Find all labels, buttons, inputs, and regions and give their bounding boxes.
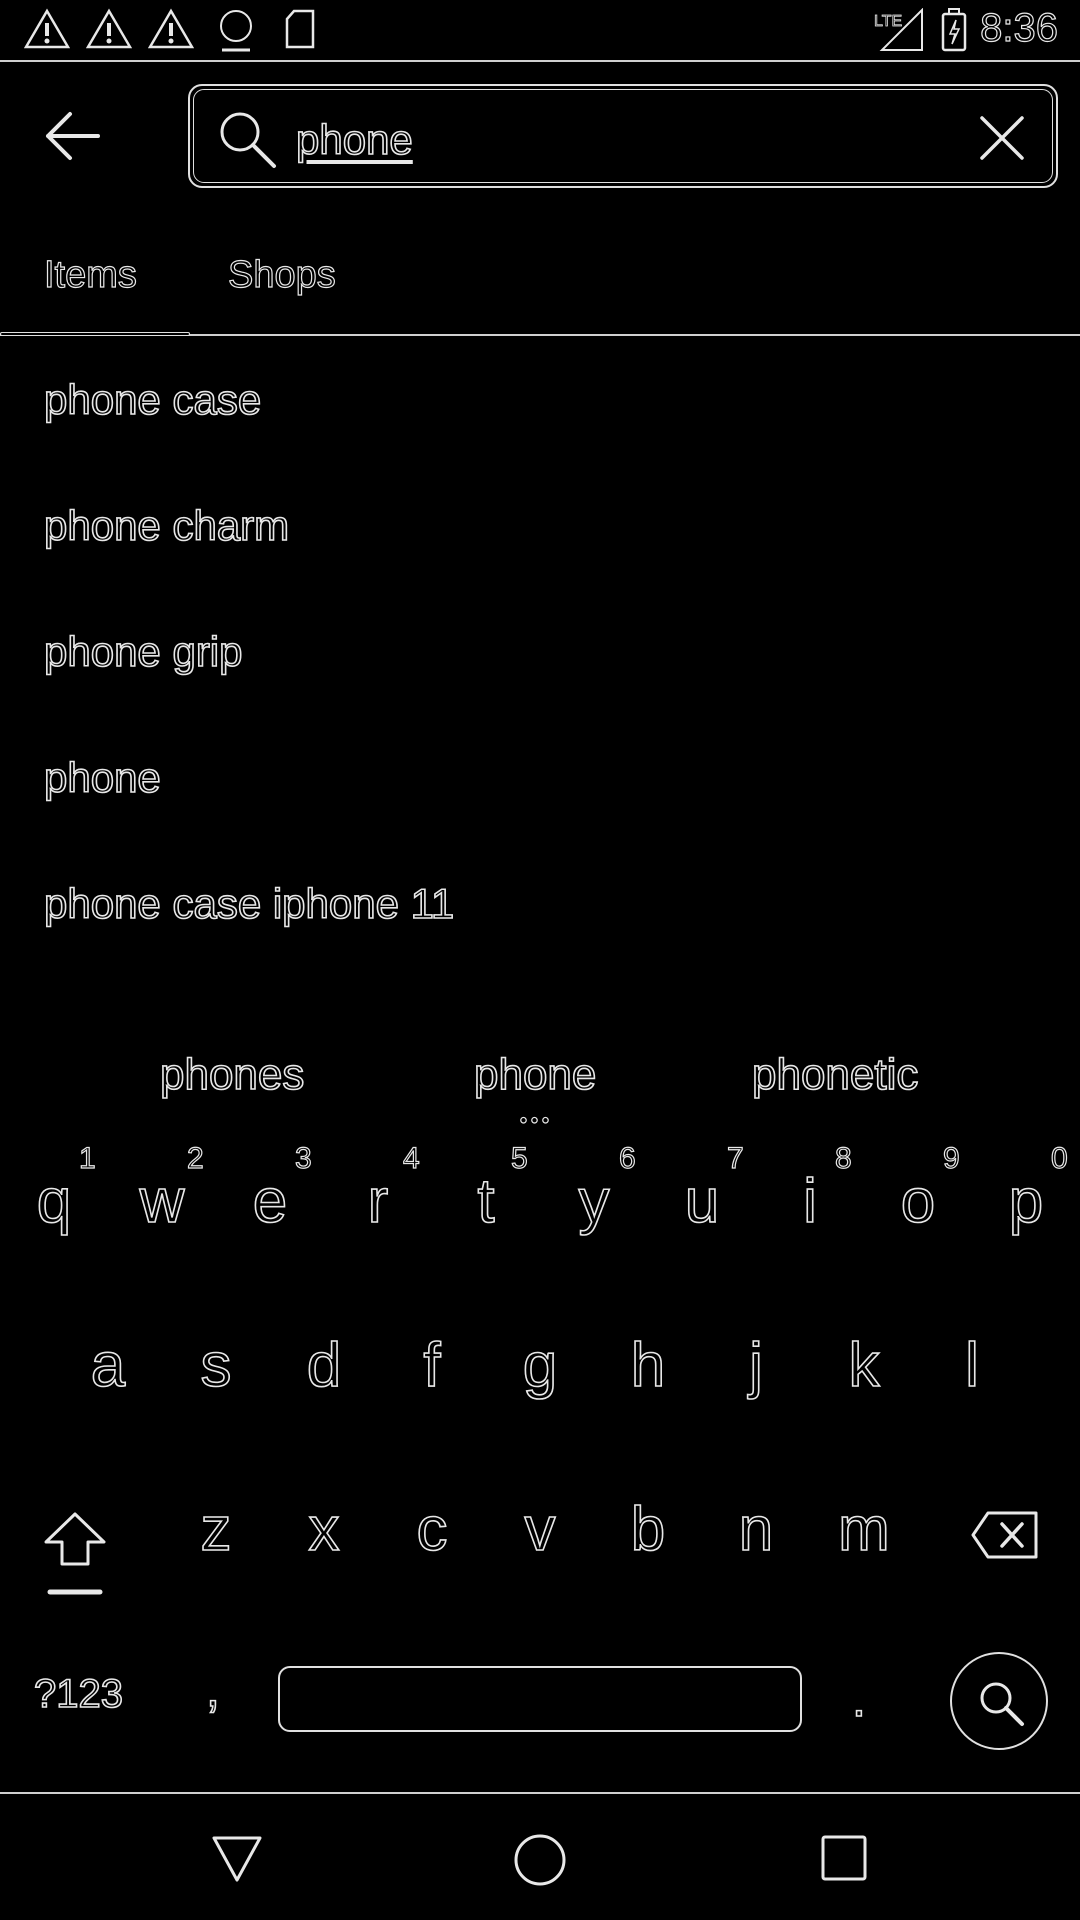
status-clock: 8:36 <box>980 5 1059 50</box>
key-s[interactable]: s <box>176 1330 256 1401</box>
more-candidates-indicator: ••• <box>519 1109 554 1132</box>
warning-icon <box>148 8 194 49</box>
warning-icon <box>24 8 70 49</box>
key-g[interactable]: g <box>500 1330 580 1401</box>
key-n[interactable]: n <box>716 1494 796 1565</box>
key-m[interactable]: m <box>824 1494 904 1565</box>
key-p[interactable]: p <box>986 1166 1066 1237</box>
key-l[interactable]: l <box>932 1330 1012 1401</box>
key-f[interactable]: f <box>392 1330 472 1401</box>
key-e[interactable]: e <box>230 1166 310 1237</box>
search-input[interactable]: phone <box>295 115 413 164</box>
backspace-icon[interactable] <box>970 1510 1040 1560</box>
key-h[interactable]: h <box>608 1330 688 1401</box>
key-u[interactable]: u <box>662 1166 742 1237</box>
tab-shops[interactable]: Shops <box>227 253 336 297</box>
key-v[interactable]: v <box>500 1494 580 1565</box>
back-triangle-icon[interactable] <box>210 1834 264 1884</box>
key-k[interactable]: k <box>824 1330 904 1401</box>
status-bar: LTE 8:36 <box>0 0 1080 62</box>
navigation-bar <box>0 1792 1080 1920</box>
search-icon <box>220 112 276 168</box>
suggestion-item[interactable]: phone charm <box>43 501 290 550</box>
suggestion-item[interactable]: phone case <box>43 375 262 424</box>
suggestion-item[interactable]: phone case iphone 11 <box>43 879 455 928</box>
shift-icon[interactable] <box>42 1508 108 1598</box>
battery-charging-icon <box>941 8 967 52</box>
suggestion-item[interactable]: phone grip <box>43 627 243 676</box>
period-key[interactable]: . <box>851 1670 866 1728</box>
key-w[interactable]: w <box>122 1166 202 1237</box>
key-q[interactable]: q <box>14 1166 94 1237</box>
recents-square-icon[interactable] <box>820 1834 868 1882</box>
key-a[interactable]: a <box>68 1330 148 1401</box>
search-icon <box>980 1682 1024 1726</box>
suggestion-item[interactable]: phone <box>43 753 161 802</box>
search-field[interactable]: phone <box>188 84 1058 188</box>
lte-signal-icon: LTE <box>874 8 923 51</box>
key-y[interactable]: y <box>554 1166 634 1237</box>
suggestion-candidate[interactable]: phonetic <box>751 1049 919 1100</box>
abc-news-icon <box>220 10 252 52</box>
svg-text:LTE: LTE <box>874 13 902 30</box>
search-action-key[interactable] <box>950 1652 1048 1750</box>
key-i[interactable]: i <box>770 1166 850 1237</box>
home-circle-icon[interactable] <box>512 1834 568 1890</box>
key-b[interactable]: b <box>608 1494 688 1565</box>
key-z[interactable]: z <box>176 1494 256 1565</box>
suggestion-candidate[interactable]: phones <box>159 1049 305 1100</box>
warning-icon <box>86 8 132 49</box>
tab-selected-indicator <box>0 332 190 336</box>
key-x[interactable]: x <box>284 1494 364 1565</box>
close-icon[interactable] <box>976 112 1028 164</box>
symbols-key[interactable]: ?123 <box>33 1671 124 1717</box>
key-d[interactable]: d <box>284 1330 364 1401</box>
comma-key[interactable]: , <box>205 1660 220 1718</box>
key-j[interactable]: j <box>716 1330 796 1401</box>
key-r[interactable]: r <box>338 1166 418 1237</box>
tab-bar: Items Shops <box>0 236 1080 336</box>
space-bar[interactable] <box>278 1666 802 1732</box>
suggestion-candidate[interactable]: phone <box>473 1049 597 1100</box>
tab-items[interactable]: Items <box>43 253 137 297</box>
sd-card-icon <box>285 9 315 49</box>
key-o[interactable]: o <box>878 1166 958 1237</box>
arrow-left-icon[interactable] <box>40 106 110 166</box>
key-c[interactable]: c <box>392 1494 472 1565</box>
key-t[interactable]: t <box>446 1166 526 1237</box>
